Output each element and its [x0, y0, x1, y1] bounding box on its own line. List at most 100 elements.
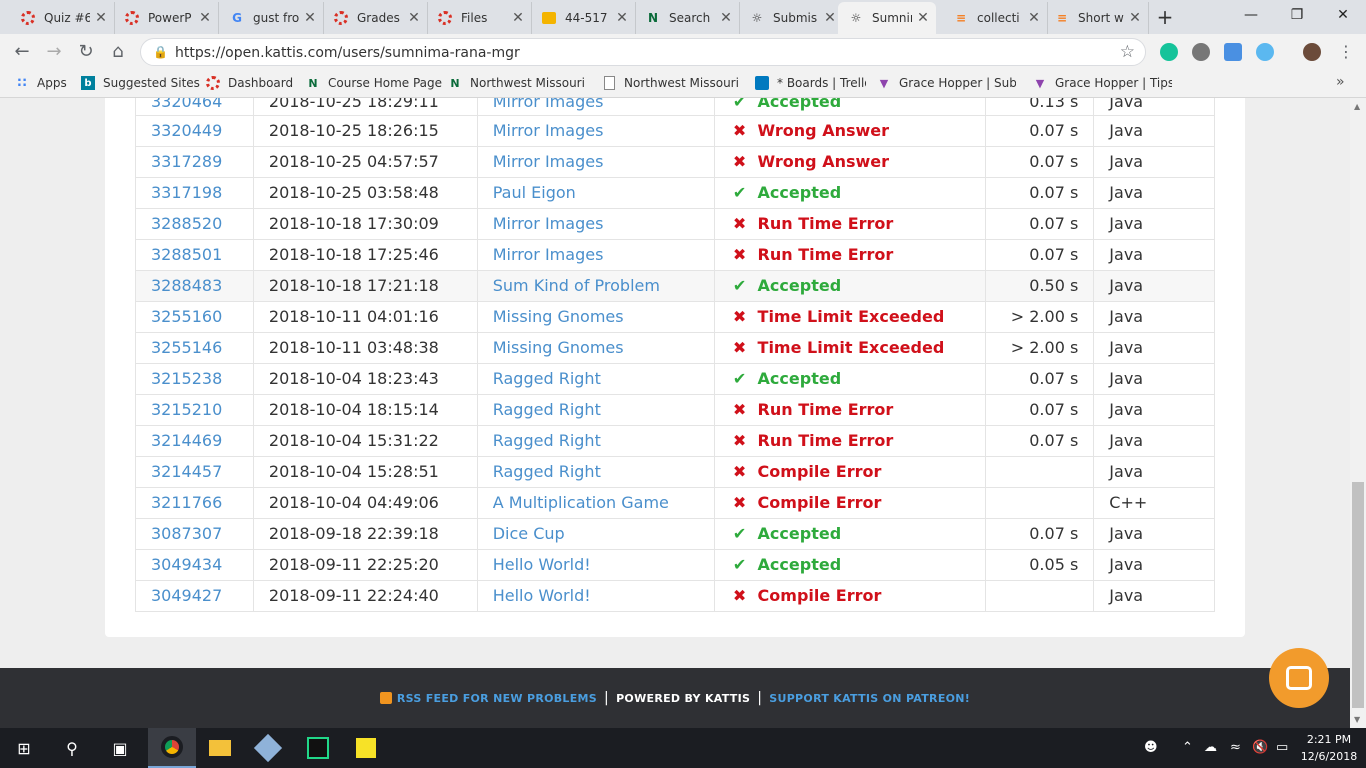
tab-close-icon[interactable]: ✕ [719, 10, 733, 26]
submission-id-link[interactable]: 3049427 [151, 586, 222, 605]
profile-avatar[interactable] [1303, 43, 1321, 61]
problem-link[interactable]: Ragged Right [493, 431, 601, 450]
submission-id-link[interactable]: 3288483 [151, 276, 222, 295]
problem-link[interactable]: Missing Gnomes [493, 338, 624, 357]
minimize-button[interactable]: — [1228, 0, 1274, 30]
tab-close-icon[interactable]: ✕ [303, 10, 317, 26]
browser-tab[interactable]: Files ✕ [427, 2, 532, 34]
submission-id-link[interactable]: 3288501 [151, 245, 222, 264]
submission-id-link[interactable]: 3214469 [151, 431, 222, 450]
forward-arrow-icon[interactable]: → [42, 40, 66, 64]
submission-id-link[interactable]: 3255160 [151, 307, 222, 326]
browser-tab[interactable]: ≡ Short w ✕ [1044, 2, 1149, 34]
tab-close-icon[interactable]: ✕ [407, 10, 421, 26]
tab-close-icon[interactable]: ✕ [823, 10, 837, 26]
submission-id-link[interactable]: 3215238 [151, 369, 222, 388]
tab-close-icon[interactable]: ✕ [1027, 10, 1041, 26]
tab-close-icon[interactable]: ✕ [1128, 10, 1142, 26]
problem-link[interactable]: Mirror Images [493, 98, 604, 111]
problem-link[interactable]: Dice Cup [493, 524, 565, 543]
bookmark-item[interactable]: Dashboard [205, 75, 293, 91]
bookmark-star-icon[interactable]: ☆ [1120, 42, 1135, 62]
browser-tab[interactable]: 44-517 ✕ [531, 2, 636, 34]
problem-link[interactable]: Ragged Right [493, 462, 601, 481]
submission-id-link[interactable]: 3288520 [151, 214, 222, 233]
scroll-up-arrow-icon[interactable]: ▲ [1354, 102, 1360, 111]
bookmark-item[interactable]: N Course Home Page [305, 75, 442, 91]
problem-link[interactable]: Mirror Images [493, 245, 604, 264]
submission-id-link[interactable]: 3049434 [151, 555, 222, 574]
close-window-button[interactable]: ✕ [1320, 0, 1366, 30]
bookmarks-overflow-icon[interactable]: » [1336, 74, 1345, 90]
browser-tab[interactable]: PowerP ✕ [114, 2, 219, 34]
new-tab-button[interactable]: + [1152, 5, 1178, 29]
tab-close-icon[interactable]: ✕ [615, 10, 629, 26]
tab-close-icon[interactable]: ✕ [198, 10, 212, 26]
pycharm-icon[interactable] [294, 728, 342, 768]
bookmark-item[interactable]: ▼ Grace Hopper | Tips f [1032, 75, 1172, 91]
chat-support-button[interactable] [1269, 648, 1329, 708]
browser-tab[interactable]: Quiz #6 ✕ [10, 2, 115, 34]
extension-icon[interactable] [1224, 43, 1242, 61]
browser-tab[interactable]: Grades ✕ [323, 2, 428, 34]
bookmark-item[interactable]: Northwest Missouri S [601, 75, 741, 91]
sticky-notes-icon[interactable] [342, 728, 390, 768]
scroll-down-arrow-icon[interactable]: ▼ [1354, 715, 1360, 724]
show-hidden-icons-chevron[interactable]: ⌃ [1182, 740, 1193, 755]
maximize-button[interactable]: ❐ [1274, 0, 1320, 30]
submission-id-link[interactable]: 3087307 [151, 524, 222, 543]
file-explorer-icon[interactable] [196, 728, 244, 768]
problem-link[interactable]: Sum Kind of Problem [493, 276, 660, 295]
bookmark-item[interactable]: N Northwest Missouri S [447, 75, 587, 91]
bookmark-item[interactable]: ∷ Apps [14, 75, 66, 91]
bookmark-item[interactable]: ▼ Grace Hopper | Subm [876, 75, 1016, 91]
problem-link[interactable]: Missing Gnomes [493, 307, 624, 326]
extension-icon[interactable] [1256, 43, 1274, 61]
people-icon[interactable]: ☻ [1144, 740, 1158, 755]
volume-muted-icon[interactable]: 🔇 [1252, 740, 1268, 755]
tab-close-icon[interactable]: ✕ [94, 10, 108, 26]
submission-id-link[interactable]: 3211766 [151, 493, 222, 512]
problem-link[interactable]: Ragged Right [493, 400, 601, 419]
rss-feed-link[interactable]: RSS FEED FOR NEW PROBLEMS [397, 692, 597, 705]
task-view-icon[interactable]: ▣ [96, 728, 144, 768]
address-bar[interactable]: 🔒 https://open.kattis.com/users/sumnima-… [140, 38, 1146, 66]
submission-id-link[interactable]: 3320464 [151, 98, 222, 111]
chrome-taskbar-icon[interactable] [148, 728, 196, 768]
extension-icon[interactable] [1192, 43, 1210, 61]
submission-id-link[interactable]: 3317289 [151, 152, 222, 171]
taskbar-clock[interactable]: 2:21 PM 12/6/2018 [1298, 731, 1360, 765]
wifi-icon[interactable]: ≈ [1230, 740, 1241, 755]
home-icon[interactable]: ⌂ [106, 40, 130, 64]
virtualbox-icon[interactable] [244, 728, 292, 768]
reload-icon[interactable]: ↻ [74, 40, 98, 64]
patreon-link[interactable]: SUPPORT KATTIS ON PATREON! [769, 692, 970, 705]
problem-link[interactable]: Mirror Images [493, 121, 604, 140]
submission-id-link[interactable]: 3214457 [151, 462, 222, 481]
scrollbar-thumb[interactable] [1352, 482, 1364, 708]
browser-tab[interactable]: ☼ Sumnin ✕ [838, 2, 936, 34]
browser-tab[interactable]: ≡ collecti ✕ [943, 2, 1048, 34]
url-text[interactable]: https://open.kattis.com/users/sumnima-ra… [175, 45, 520, 61]
problem-link[interactable]: Paul Eigon [493, 183, 576, 202]
problem-link[interactable]: Mirror Images [493, 152, 604, 171]
submission-id-link[interactable]: 3320449 [151, 121, 222, 140]
submission-id-link[interactable]: 3317198 [151, 183, 222, 202]
submission-id-link[interactable]: 3215210 [151, 400, 222, 419]
page-scrollbar[interactable]: ▲ ▼ [1350, 98, 1366, 728]
problem-link[interactable]: Hello World! [493, 555, 591, 574]
browser-tab[interactable]: N Search ✕ [635, 2, 740, 34]
onedrive-cloud-icon[interactable]: ☁ [1204, 740, 1217, 755]
search-icon[interactable]: ⚲ [48, 728, 96, 768]
tab-close-icon[interactable]: ✕ [916, 10, 930, 26]
problem-link[interactable]: Ragged Right [493, 369, 601, 388]
menu-kebab-icon[interactable]: ⋮ [1338, 42, 1354, 61]
bookmark-item[interactable]: b Suggested Sites [80, 75, 200, 91]
back-arrow-icon[interactable]: ← [10, 40, 34, 64]
tab-close-icon[interactable]: ✕ [511, 10, 525, 26]
problem-link[interactable]: A Multiplication Game [493, 493, 669, 512]
browser-tab[interactable]: Ggust fro ✕ [219, 2, 324, 34]
problem-link[interactable]: Mirror Images [493, 214, 604, 233]
browser-tab[interactable]: ☼ Submis ✕ [739, 2, 844, 34]
submission-id-link[interactable]: 3255146 [151, 338, 222, 357]
